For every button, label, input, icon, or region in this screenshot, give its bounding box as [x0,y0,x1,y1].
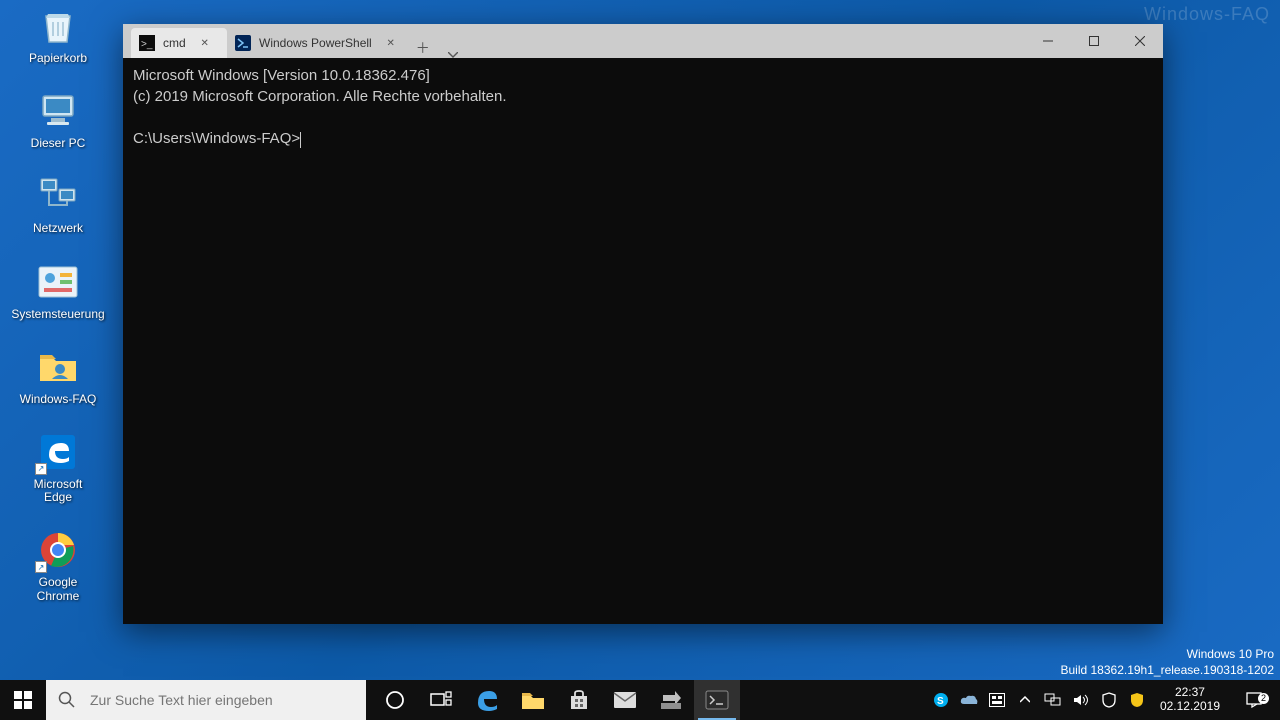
terminal-line: (c) 2019 Microsoft Corporation. Alle Rec… [133,88,507,105]
tray-input-icon[interactable] [988,693,1006,707]
tab-close-icon[interactable]: ✕ [198,36,212,50]
taskbar-file-explorer[interactable] [510,680,556,720]
taskbar: S 22:37 02.12.2019 2 [0,680,1280,720]
tray-security-icon[interactable] [1128,692,1146,708]
windows-edition-text: Windows 10 Pro [1060,646,1274,662]
svg-text:S: S [937,696,944,707]
shortcut-arrow-icon: ↗ [35,561,47,573]
tab-label: cmd [163,36,186,50]
cortana-icon [385,690,405,710]
desktop-icon-netzwerk[interactable]: Netzwerk [18,174,98,235]
action-center-button[interactable]: 2 [1234,691,1274,709]
desktop-icon-papierkorb[interactable]: Papierkorb [18,4,98,65]
network-icon [36,174,80,218]
taskbar-mail[interactable] [602,680,648,720]
close-button[interactable] [1117,24,1163,58]
search-input[interactable] [90,692,354,708]
desktop-icon-microsoft-edge[interactable]: ↗ Microsoft Edge [18,430,98,504]
terminal-window: >_ cmd ✕ Windows PowerShell ✕ ＋ Mi [123,24,1163,624]
watermark-text: Windows-FAQ [1144,4,1270,25]
terminal-icon [705,690,729,710]
cmd-icon: >_ [139,35,155,51]
task-view-icon [430,691,452,709]
mail-icon [612,690,638,710]
tray-volume-icon[interactable] [1072,693,1090,707]
desktop-icon-windows-faq[interactable]: Windows-FAQ [18,345,98,406]
folder-icon [520,689,546,711]
clock-date: 02.12.2019 [1160,700,1220,714]
share-icon [659,689,683,711]
store-icon [567,688,591,712]
taskbar-share[interactable] [648,680,694,720]
control-panel-icon [36,260,80,304]
tray-network-icon[interactable] [1044,693,1062,707]
taskbar-edge[interactable] [464,680,510,720]
taskbar-clock[interactable]: 22:37 02.12.2019 [1156,686,1224,714]
tray-onedrive-icon[interactable] [960,694,978,706]
tab-label: Windows PowerShell [259,36,372,50]
new-tab-button[interactable]: ＋ [408,38,438,58]
start-button[interactable] [0,680,46,720]
terminal-line: Microsoft Windows [Version 10.0.18362.47… [133,67,430,84]
tray-skype-icon[interactable]: S [932,692,950,708]
folder-user-icon [36,345,80,389]
taskbar-store[interactable] [556,680,602,720]
edge-icon [474,687,500,713]
taskbar-task-view[interactable] [418,680,464,720]
desktop-icon-google-chrome[interactable]: ↗ Google Chrome [18,528,98,602]
minimize-button[interactable] [1025,24,1071,58]
taskbar-apps [372,680,740,720]
window-titlebar[interactable]: >_ cmd ✕ Windows PowerShell ✕ ＋ [123,24,1163,58]
desktop-icon-label: Microsoft Edge [18,478,98,504]
window-controls [1025,24,1163,58]
tray-defender-icon[interactable] [1100,692,1118,708]
desktop-icon-label: Papierkorb [29,52,87,65]
desktop-icon-label: Dieser PC [31,137,86,150]
desktop-icon-label: Windows-FAQ [20,393,97,406]
recycle-bin-icon [36,4,80,48]
chrome-icon: ↗ [36,528,80,572]
tray-chevron-up-icon[interactable] [1016,696,1034,704]
terminal-body[interactable]: Microsoft Windows [Version 10.0.18362.47… [123,58,1163,624]
shortcut-arrow-icon: ↗ [35,463,47,475]
desktop-icon-systemsteuerung[interactable]: Systemsteuerung [18,260,98,321]
edge-icon: ↗ [36,430,80,474]
powershell-icon [235,35,251,51]
terminal-cursor [300,132,301,148]
desktop-icon-label: Google Chrome [18,576,98,602]
desktop-icon-label: Netzwerk [33,222,83,235]
terminal-prompt: C:\Users\Windows-FAQ> [133,130,300,147]
tab-cmd[interactable]: >_ cmd ✕ [131,28,227,58]
clock-time: 22:37 [1160,686,1220,700]
desktop-icons: Papierkorb Dieser PC Netzwerk Systemsteu… [18,4,98,603]
maximize-button[interactable] [1071,24,1117,58]
search-icon [58,691,76,709]
tab-close-icon[interactable]: ✕ [384,36,398,50]
pc-icon [36,89,80,133]
desktop-icon-label: Systemsteuerung [11,308,104,321]
build-info: Windows 10 Pro Build 18362.19h1_release.… [1060,646,1274,678]
desktop-icon-dieser-pc[interactable]: Dieser PC [18,89,98,150]
taskbar-terminal[interactable] [694,680,740,720]
windows-build-text: Build 18362.19h1_release.190318-1202 [1060,662,1274,678]
tabs-container: >_ cmd ✕ Windows PowerShell ✕ ＋ [123,24,468,58]
tab-powershell[interactable]: Windows PowerShell ✕ [227,28,408,58]
svg-text:>_: >_ [141,39,153,50]
taskbar-cortana[interactable] [372,680,418,720]
system-tray: S 22:37 02.12.2019 2 [932,680,1280,720]
search-box[interactable] [46,680,366,720]
windows-logo-icon [14,691,32,709]
notification-count: 2 [1258,693,1269,704]
